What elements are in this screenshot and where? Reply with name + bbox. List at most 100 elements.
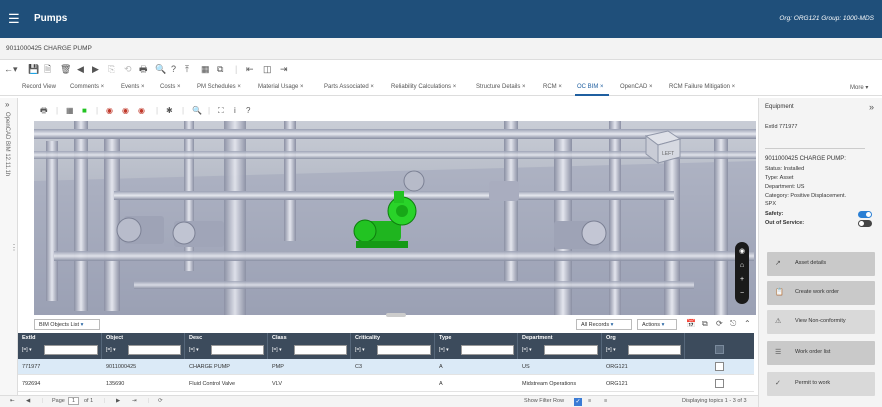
- row-checkbox[interactable]: [715, 379, 724, 388]
- org-info[interactable]: Org: ORG121 Group: 1000-MDS: [779, 15, 874, 22]
- column-type[interactable]: Type [=] ▾: [435, 333, 518, 359]
- upload-icon[interactable]: ⤒: [185, 64, 189, 74]
- view-non-conformity-button[interactable]: ⚠ View Non-conformity: [767, 310, 875, 334]
- collapse-up-icon[interactable]: ⌃: [744, 319, 751, 329]
- filter-operator[interactable]: [=] ▾: [439, 347, 449, 353]
- help-icon[interactable]: ?: [171, 64, 176, 74]
- column-desc[interactable]: Desc [=] ▾: [185, 333, 268, 359]
- delete-icon[interactable]: 🗑: [60, 64, 71, 74]
- zoom-in-icon[interactable]: +: [735, 276, 749, 284]
- actions-select[interactable]: Actions ▾: [637, 319, 677, 330]
- table-row[interactable]: 771977 9011000425 CHARGE PUMP PMP C3 A U…: [18, 359, 754, 375]
- copy-icon[interactable]: ⎘: [108, 64, 115, 74]
- collapse-left-icon[interactable]: ⇤: [246, 64, 254, 74]
- expand-chevron-icon[interactable]: »: [5, 100, 9, 109]
- filter-operator[interactable]: [=] ▾: [606, 347, 616, 353]
- calendar-icon[interactable]: 📅: [686, 319, 696, 329]
- eye-icon[interactable]: ◉: [735, 248, 749, 256]
- list-select[interactable]: BIM Objects List ▾: [34, 319, 100, 330]
- show-filter-checkbox[interactable]: ✓: [574, 398, 582, 406]
- safety-toggle[interactable]: [858, 211, 872, 218]
- filter-input-desc[interactable]: [211, 345, 264, 355]
- select-all-checkbox[interactable]: [715, 345, 724, 354]
- create-work-order-button[interactable]: 📋 Create work order: [767, 281, 875, 305]
- column-extid[interactable]: ExtId [=] ▾: [18, 333, 102, 359]
- tab-record-view[interactable]: Record View: [22, 84, 56, 90]
- tab-structure-details[interactable]: Structure Details ×: [476, 84, 526, 90]
- filter-input-extid[interactable]: [44, 345, 98, 355]
- section-icon[interactable]: ◉: [138, 106, 145, 116]
- filter-input-criticality[interactable]: [377, 345, 431, 355]
- explode-icon[interactable]: ✱: [166, 106, 173, 116]
- tab-material-usage[interactable]: Material Usage ×: [258, 84, 304, 90]
- new-record-icon[interactable]: 🗎: [44, 64, 51, 74]
- work-order-list-button[interactable]: ☰ Work order list: [767, 341, 875, 365]
- next-page-icon[interactable]: ▶: [116, 398, 120, 404]
- fit-view-icon[interactable]: ⛶: [218, 106, 224, 116]
- back-arrow-icon[interactable]: ←▾: [4, 64, 18, 74]
- model-tree-icon[interactable]: ▦: [66, 106, 74, 116]
- color-toggle-icon[interactable]: ■: [82, 106, 87, 116]
- tab-costs[interactable]: Costs ×: [160, 84, 181, 90]
- tab-reliability-calculations[interactable]: Reliability Calculations ×: [391, 84, 456, 90]
- hamburger-menu-icon[interactable]: ☰: [8, 12, 20, 25]
- filter-operator[interactable]: [=] ▾: [22, 347, 32, 353]
- export-icon[interactable]: ⎋: [730, 319, 736, 329]
- filter-clear-icon[interactable]: ⧉: [702, 319, 708, 329]
- table-row[interactable]: 792694 135690 Fluid Control Valve VLV A …: [18, 376, 754, 392]
- filter-operator[interactable]: [=] ▾: [189, 347, 199, 353]
- menu-icon[interactable]: ≡: [604, 398, 607, 404]
- home-icon[interactable]: ⌂: [735, 262, 749, 270]
- grid-icon[interactable]: ▦: [201, 64, 210, 74]
- tab-rcm-failure-mitigation[interactable]: RCM Failure Mitigation ×: [669, 84, 735, 90]
- filter-operator[interactable]: [=] ▾: [272, 347, 282, 353]
- previous-icon[interactable]: ◀: [77, 64, 84, 74]
- filter-input-org[interactable]: [628, 345, 681, 355]
- last-page-icon[interactable]: ⇥: [132, 398, 137, 404]
- unlink-icon[interactable]: ⧉: [217, 64, 223, 74]
- filter-input-department[interactable]: [544, 345, 598, 355]
- zoom-out-icon[interactable]: −: [735, 290, 749, 298]
- out-of-service-toggle[interactable]: [858, 220, 872, 227]
- prev-page-icon[interactable]: ◀: [26, 398, 30, 404]
- filter-input-type[interactable]: [461, 345, 514, 355]
- first-page-icon[interactable]: ⇤: [10, 398, 15, 404]
- collapse-panel-icon[interactable]: »: [869, 102, 874, 112]
- bim-3d-viewer[interactable]: LEFT: [34, 121, 756, 315]
- filter-operator[interactable]: [=] ▾: [106, 347, 116, 353]
- column-class[interactable]: Class [=] ▾: [268, 333, 351, 359]
- page-input[interactable]: 1: [68, 397, 80, 405]
- next-icon[interactable]: ▶: [92, 64, 99, 74]
- asset-details-button[interactable]: ↗ Asset details: [767, 252, 875, 276]
- layers-icon[interactable]: ◉: [122, 106, 129, 116]
- tab-opencad[interactable]: OpenCAD ×: [620, 84, 653, 90]
- print-icon[interactable]: 🖶: [40, 106, 48, 116]
- filter-input-object[interactable]: [128, 345, 181, 355]
- column-criticality[interactable]: Criticality [=] ▾: [351, 333, 435, 359]
- filter-input-class[interactable]: [294, 345, 347, 355]
- records-select[interactable]: All Records ▾: [576, 319, 632, 330]
- permit-to-work-button[interactable]: ✓ Permit to work: [767, 372, 875, 396]
- column-department[interactable]: Department [=] ▾: [518, 333, 602, 359]
- print-icon[interactable]: 🖶: [139, 64, 148, 74]
- refresh-icon[interactable]: ⟳: [716, 319, 723, 329]
- tab-events[interactable]: Events ×: [121, 84, 145, 90]
- column-org[interactable]: Org [=] ▾: [602, 333, 685, 359]
- filter-operator[interactable]: [=] ▾: [355, 347, 365, 353]
- tab-oc-bim[interactable]: OC BIM ×: [577, 84, 604, 90]
- column-object[interactable]: Object [=] ▾: [102, 333, 185, 359]
- collapse-right-icon[interactable]: ⇥: [280, 64, 288, 74]
- tab-more[interactable]: More ▾: [850, 84, 868, 91]
- search-icon[interactable]: 🔍: [192, 106, 202, 116]
- row-checkbox[interactable]: [715, 362, 724, 371]
- preview-icon[interactable]: 🔍: [155, 64, 166, 74]
- filter-operator[interactable]: [=] ▾: [522, 347, 532, 353]
- refresh-icon[interactable]: ⟳: [158, 398, 163, 404]
- save-icon[interactable]: 💾: [28, 64, 39, 74]
- filter-icon[interactable]: ≡: [588, 398, 591, 404]
- marker-icon[interactable]: ◉: [106, 106, 113, 116]
- refresh-icon[interactable]: ⟲: [124, 64, 132, 74]
- tab-parts-associated[interactable]: Parts Associated ×: [324, 84, 374, 90]
- tab-rcm[interactable]: RCM ×: [543, 84, 562, 90]
- help-icon[interactable]: ?: [246, 106, 250, 116]
